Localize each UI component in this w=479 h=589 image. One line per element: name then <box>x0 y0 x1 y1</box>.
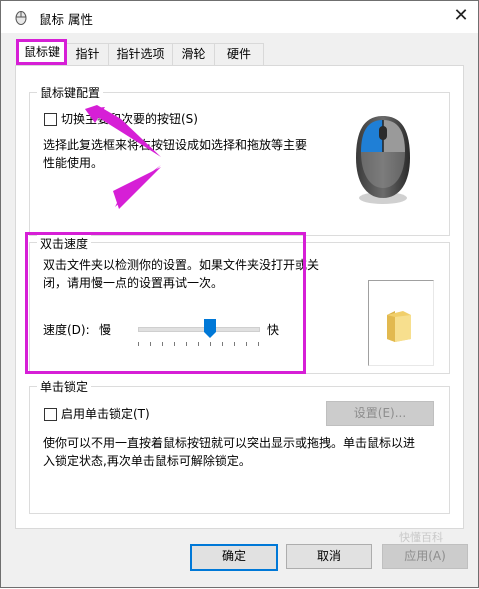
arrow-tail-description-icon <box>113 167 161 209</box>
mouse-properties-window: 鼠标 属性 ✕ 鼠标键 指针 指针选项 滑轮 硬件 鼠标键配置 切换主要和次要的… <box>0 0 479 588</box>
annotation-arrows <box>85 105 161 209</box>
